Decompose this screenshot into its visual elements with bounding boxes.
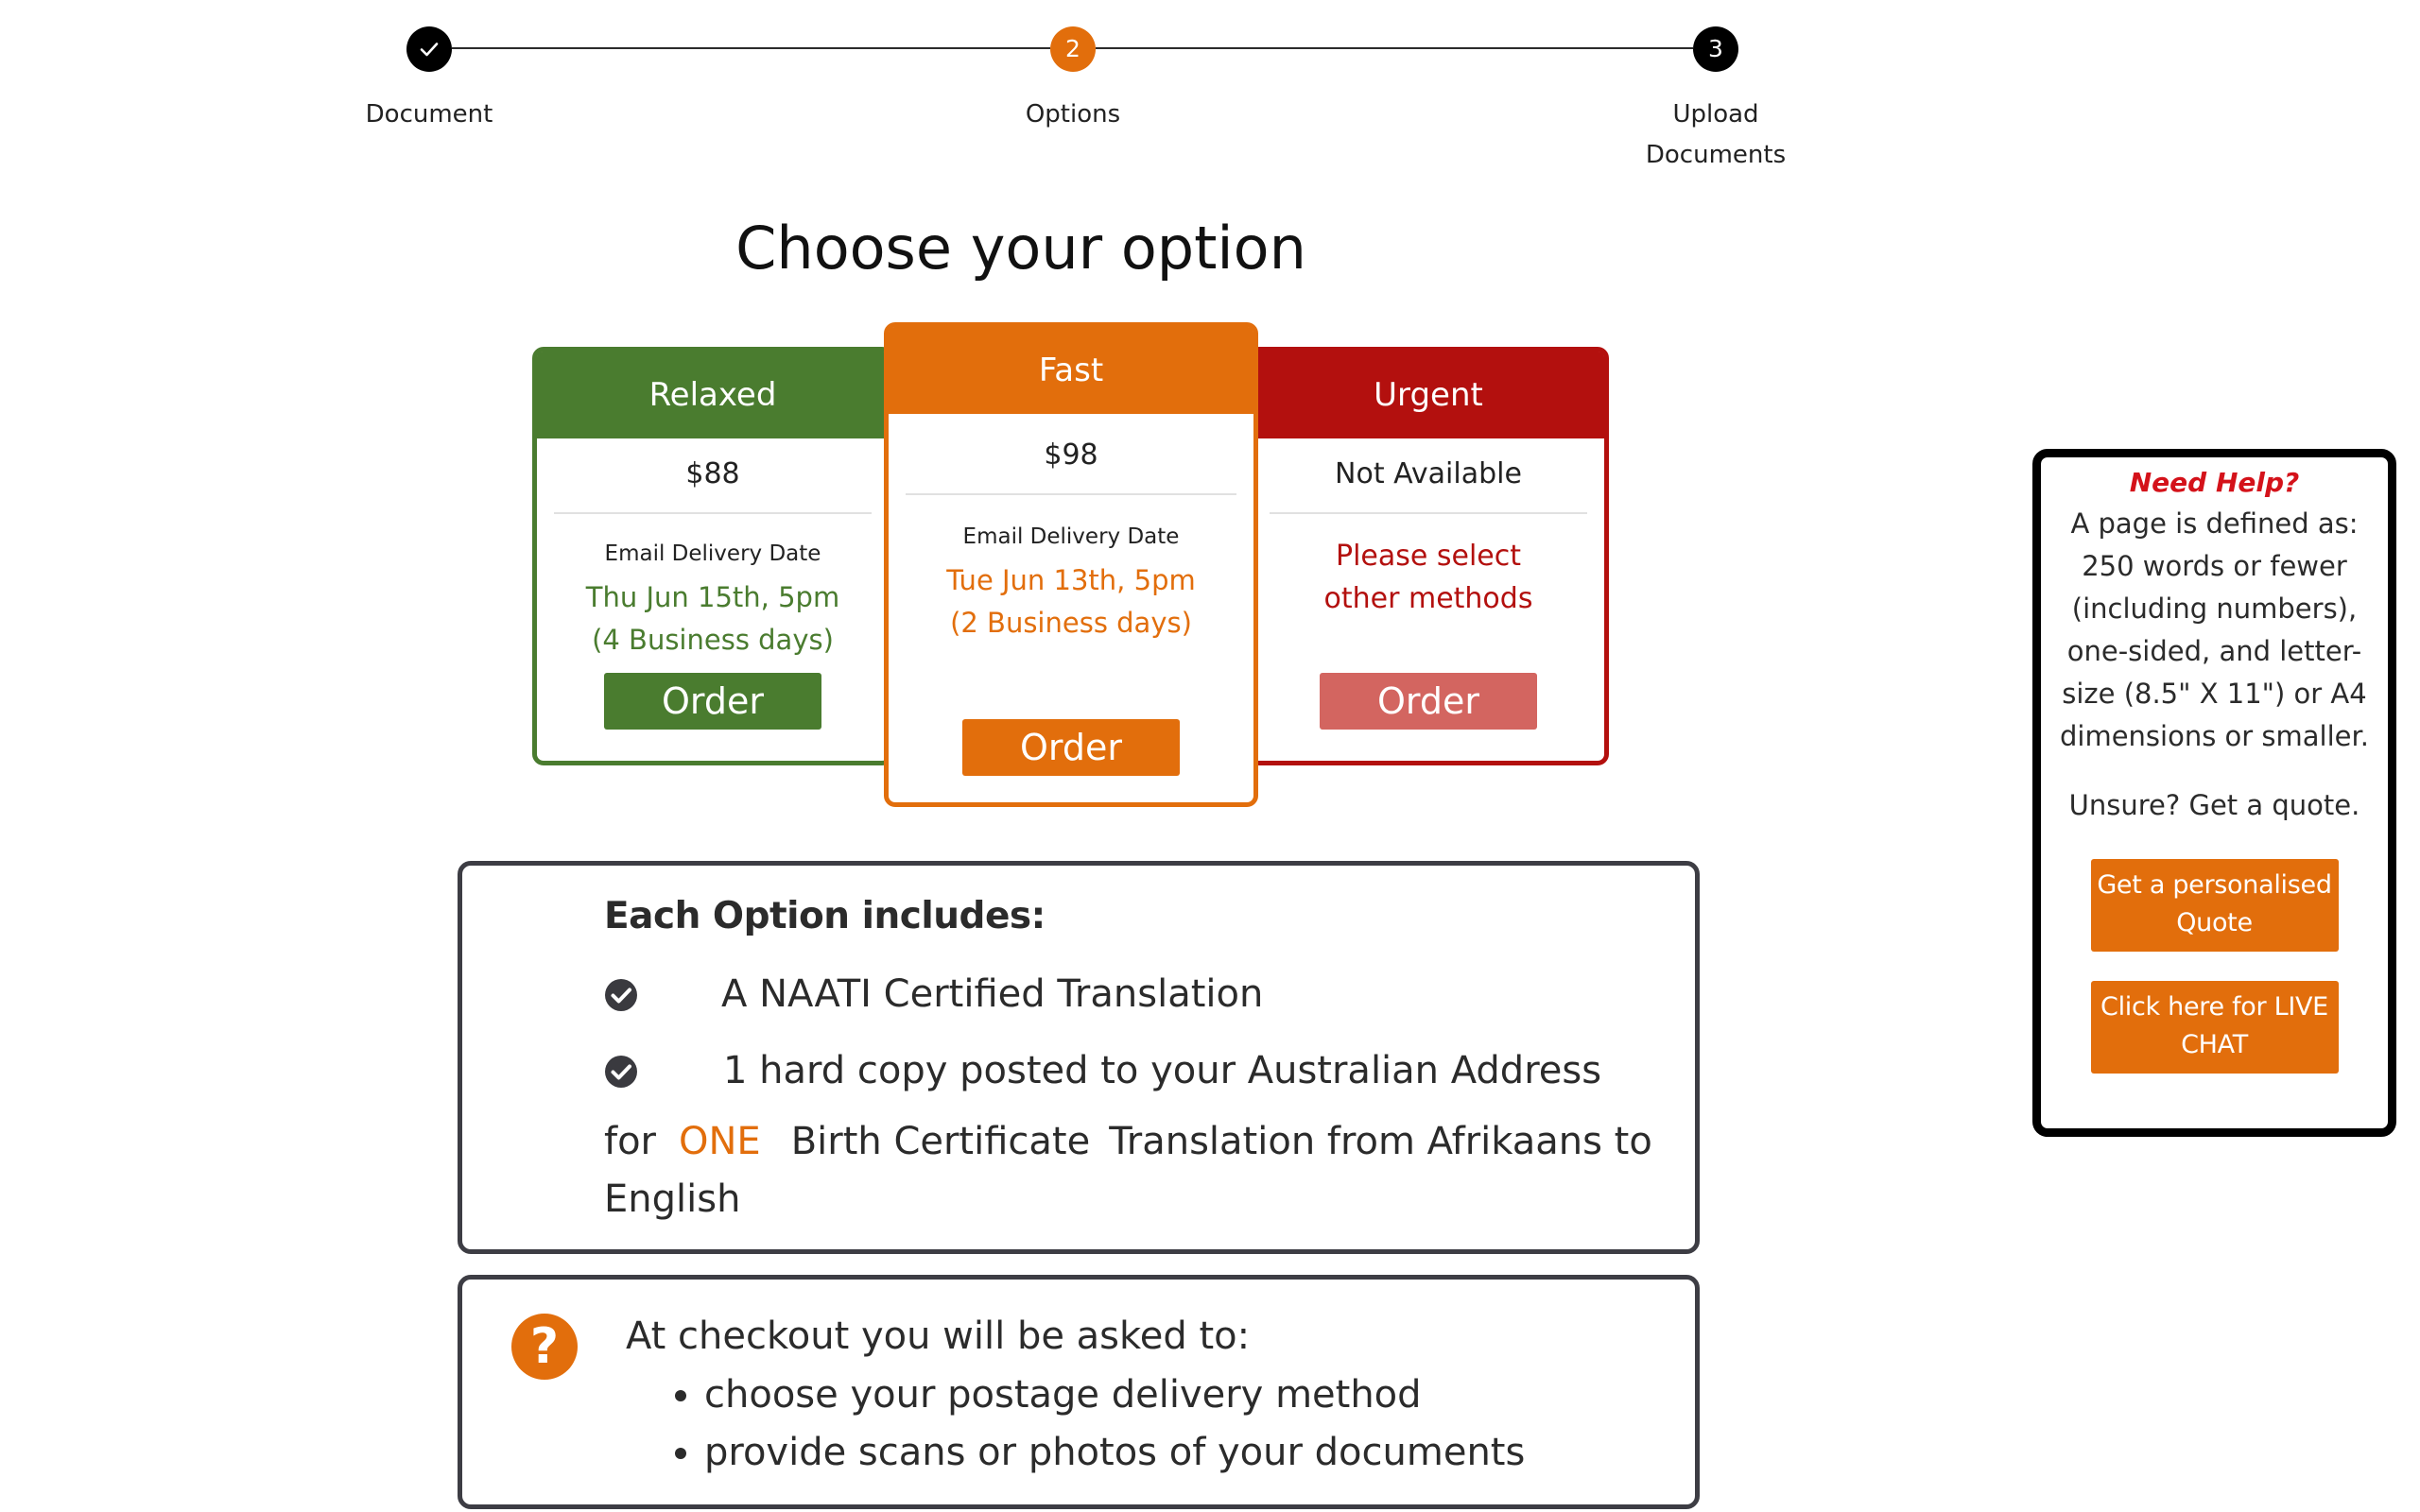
plan-name: Relaxed [537, 352, 889, 438]
live-chat-button[interactable]: Click here for LIVE CHAT [2090, 981, 2339, 1074]
business-days: (2 Business days) [950, 607, 1192, 639]
order-relaxed-button[interactable]: Order [604, 673, 821, 730]
order-fast-button[interactable]: Order [962, 719, 1180, 776]
checkout-info-panel: ? At checkout you will be asked to: choo… [458, 1275, 1700, 1509]
checkout-list-item: choose your postage delivery method [704, 1366, 1525, 1424]
step-2-number: 2 [1065, 35, 1080, 62]
includes-panel: Each Option includes: A NAATI Certified … [458, 861, 1700, 1254]
card-divider [554, 512, 872, 514]
card-divider [906, 493, 1236, 495]
business-days: (4 Business days) [592, 624, 834, 656]
page-title: Choose your option [735, 214, 1306, 283]
stepper-line-2 [1096, 47, 1693, 49]
step-2-label: Options [1025, 100, 1121, 129]
for-label: for [604, 1120, 656, 1163]
progress-stepper: 2 3 Document Options Upload Documents [0, 0, 2420, 180]
delivery-date: Thu Jun 15th, 5pm [585, 581, 840, 613]
includes-item-text: 1 hard copy posted to your Australian Ad… [723, 1049, 1602, 1092]
step-3-label: Upload Documents [1645, 100, 1787, 169]
page-definition-text: A page is defined as: 250 words or fewer… [2059, 507, 2369, 752]
includes-document-summary: for ONE Birth Certificate Translation from … [604, 1113, 1663, 1228]
get-quote-button[interactable]: Get a personalised Quote [2090, 859, 2339, 952]
plan-card-urgent: Urgent Not Available Please select other… [1248, 347, 1609, 765]
delivery-label: Email Delivery Date [604, 541, 821, 566]
checkmark-icon [420, 43, 439, 57]
quote-prompt: Unsure? Get a quote. [2068, 789, 2360, 821]
includes-item-text: A NAATI Certified Translation [721, 972, 1264, 1016]
step-2-circle: 2 [1050, 26, 1096, 72]
plan-price: $98 [1044, 438, 1098, 472]
plan-price: $88 [685, 457, 740, 490]
step-1-circle [406, 26, 452, 72]
stepper-line-1 [452, 47, 1050, 49]
help-title: Need Help? [2129, 467, 2300, 498]
help-panel: Need Help? A page is defined as: 250 wor… [2032, 449, 2396, 1137]
includes-title: Each Option includes: [604, 895, 1046, 937]
document-count: ONE [679, 1120, 761, 1163]
plan-card-relaxed: Relaxed $88 Email Delivery Date Thu Jun … [532, 347, 893, 765]
order-urgent-button[interactable]: Order [1320, 673, 1537, 730]
document-type: Birth Certificate [790, 1120, 1091, 1163]
question-circle-icon: ? [511, 1314, 578, 1380]
checkout-title: At checkout you will be asked to: [626, 1314, 1251, 1358]
plan-name: Fast [889, 327, 1253, 414]
unavailable-message: Please select other methods [1253, 535, 1604, 620]
plan-name: Urgent [1253, 352, 1604, 438]
checkout-list-item: provide scans or photos of your document… [704, 1424, 1525, 1482]
unavailable-message-text: Please select other methods [1323, 540, 1533, 615]
delivery-label: Email Delivery Date [962, 524, 1180, 549]
delivery-date: Tue Jun 13th, 5pm [946, 564, 1196, 596]
plan-card-fast: Fast $98 Email Delivery Date Tue Jun 13t… [884, 322, 1258, 807]
checkout-list: choose your postage delivery method prov… [670, 1366, 1525, 1482]
step-1-label: Document [365, 100, 493, 129]
step-3-number: 3 [1708, 35, 1723, 62]
check-circle-icon [605, 1056, 637, 1088]
step-3-circle: 3 [1693, 26, 1738, 72]
translation-languages: Translation from Afrikaans to English [604, 1120, 1652, 1221]
plan-availability: Not Available [1335, 457, 1522, 490]
check-circle-icon [605, 979, 637, 1011]
card-divider [1270, 512, 1587, 514]
